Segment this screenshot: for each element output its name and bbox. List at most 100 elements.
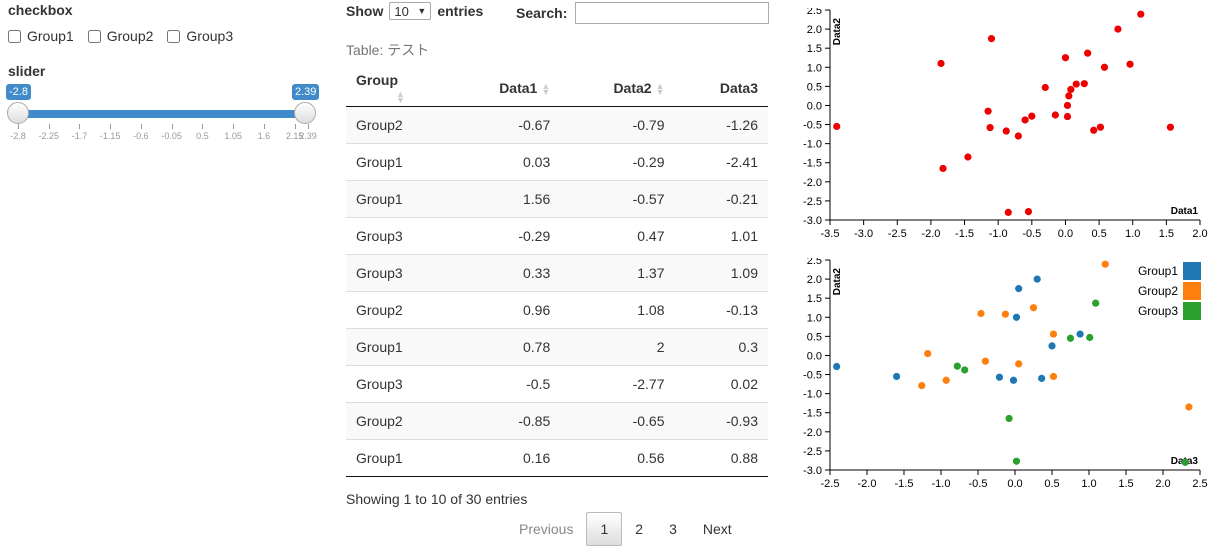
data-point [942,376,950,384]
x-tick-label: -3.5 [821,228,840,240]
checkbox-group3[interactable]: Group3 [167,28,233,44]
slider-tick-label: 0.5 [196,131,209,141]
table-row: Group1 0.16 0.56 0.88 [346,439,768,477]
page-button-1[interactable]: 1 [586,512,623,546]
data-point [953,362,961,370]
slider-tick [263,124,265,129]
data-point [1181,458,1189,466]
table-cell: 0.47 [560,217,675,255]
range-slider[interactable]: -2.8 2.39 -2.8 -2.25 -1.7 -1.15 -0.6 -0.05 0.5… [6,84,320,144]
x-tick-label: -2.0 [921,228,940,240]
data-point [1076,330,1084,338]
data-point [1063,101,1072,110]
table-cell: 0.56 [560,439,675,477]
table-header-row: Group▲ ▼ Data1 ▲ ▼ Data2 ▲ ▼ Data3 [346,70,768,107]
previous-button[interactable]: Previous [506,512,586,546]
slider-handle-to[interactable] [294,102,316,124]
slider-to-label: 2.39 [292,84,320,100]
y-tick-label: 2.5 [807,258,822,267]
table-row: Group1 0.03 -0.29 -2.41 [346,143,768,181]
data-point [1096,123,1105,131]
x-tick-label: 2.5 [1192,478,1207,490]
table-cell: -0.5 [446,365,561,403]
checkbox-input[interactable] [167,29,181,43]
slider-tick [202,124,204,129]
data-point [1185,403,1193,411]
sort-icon: ▲ ▼ [655,81,665,98]
column-header-data1[interactable]: Data1 ▲ ▼ [446,70,561,107]
x-tick-label: -0.5 [969,478,988,490]
data-point [918,382,926,390]
data-point [1014,132,1022,140]
table-cell: 1.01 [674,217,768,255]
data-point [977,309,985,318]
y-tick-label: -2.0 [803,177,822,189]
table-cell: -0.79 [560,106,675,144]
x-tick-label: 0.5 [1044,478,1059,490]
page-button-3[interactable]: 3 [656,512,690,546]
table-cell: -0.21 [674,180,768,218]
search-input[interactable] [575,2,770,24]
slider-tick [171,124,173,129]
x-tick-label: 0.5 [1091,228,1106,240]
slider-track[interactable] [18,110,308,118]
slider-tick [294,124,296,129]
data-point [1048,342,1056,350]
y-tick-label: -2.0 [803,427,822,439]
checkbox-group1[interactable]: Group1 [8,28,74,44]
table-cell: -2.41 [674,143,768,181]
table-cell: Group3 [346,254,446,292]
x-tick-label: -2.0 [858,478,877,490]
table-cell: Group1 [346,180,446,218]
slider-handle-from[interactable] [7,102,29,124]
column-header-group[interactable]: Group▲ ▼ [346,70,446,107]
table-row: Group1 0.78 2 0.3 [346,328,768,366]
y-tick-label: -1.0 [803,139,822,151]
x-tick-label: 1.5 [1159,228,1174,240]
table-cell: 2 [560,328,675,366]
data-point [1028,112,1036,120]
data-point [961,366,969,374]
scatter-chart-data1-data2: -3.5 -3.0 -2.5 -2.0 -1.5 -1.0 -0.5 0.0 0.5 1.0 1.5… [803,8,1208,240]
table-cell: -0.29 [560,143,675,181]
slider-tick-label: -2.25 [38,131,59,141]
y-tick-label: 2.0 [807,274,822,286]
y-tick-label: 0.0 [807,350,822,362]
table-cell: -0.57 [560,180,675,218]
checkbox-input[interactable] [8,29,21,43]
table-info: Showing 1 to 10 of 30 entries [346,491,528,507]
table-row: Group3 -0.5 -2.77 0.02 [346,365,768,403]
table-cell: -0.13 [674,291,768,329]
column-header-data2[interactable]: Data2 ▲ ▼ [560,70,675,107]
slider-tick [140,124,142,129]
data-point [1126,60,1134,68]
data-point [1049,372,1058,381]
data-point [1065,92,1073,100]
slider-tick [48,124,50,129]
data-point [1072,80,1080,88]
pagination: Previous 1 2 3 Next [506,512,745,546]
table-row: Group2 0.96 1.08 -0.13 [346,291,768,329]
table-cell: 0.3 [674,328,768,366]
y-tick-label: -3.0 [803,215,822,227]
data-point [1101,260,1109,268]
next-button[interactable]: Next [690,512,745,546]
checkbox-group2[interactable]: Group2 [87,28,153,44]
table-cell: -0.67 [446,106,561,144]
length-control: Show 10 ▼ entries [346,2,483,20]
column-header-data3[interactable]: Data3 [674,70,768,107]
page-button-2[interactable]: 2 [622,512,656,546]
data-point [995,373,1004,381]
data-point [939,164,947,173]
data-point [984,107,992,115]
data-point [893,372,901,381]
length-select[interactable]: 10 ▼ [389,2,432,20]
table-cell: 0.78 [446,328,561,366]
checkbox-input[interactable] [87,29,101,43]
checkbox-label: Group3 [186,28,234,44]
data-point [1166,123,1174,131]
show-label: Show [346,3,384,19]
y-tick-label: 0.5 [807,81,822,93]
table-body: Group2 -0.67 -0.79 -1.26 Group1 0.03 -0.29 -2.4… [346,106,768,477]
x-tick-label: 0.0 [1058,228,1073,240]
